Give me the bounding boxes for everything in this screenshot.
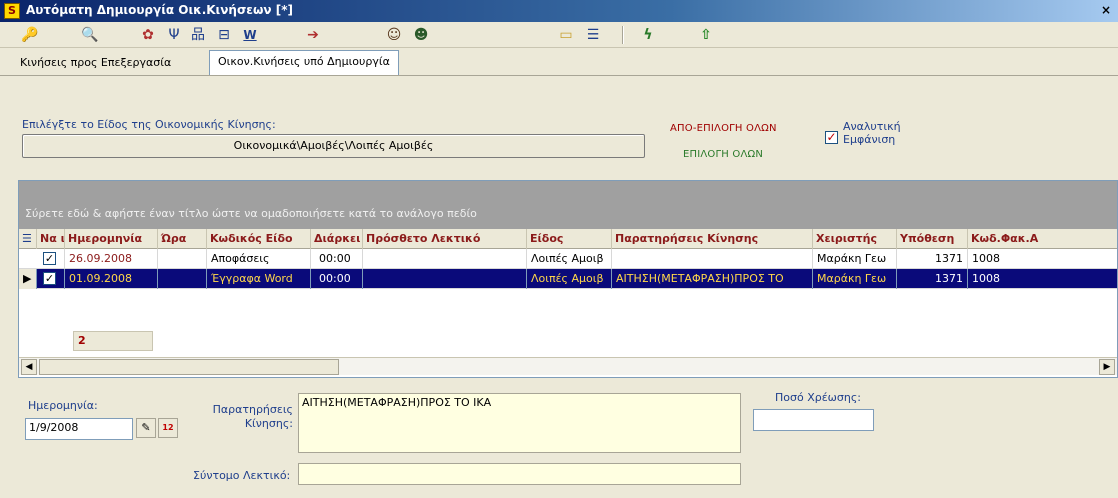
table-row[interactable]: ✓ 26.09.2008 Αποφάσεις 00:00 Λοιπές Αμοι… — [19, 249, 1117, 269]
cell-folder-code: 1008 — [968, 269, 1118, 289]
calendar-icon[interactable]: 12 — [158, 418, 178, 438]
column-menu-icon[interactable]: ☰ — [19, 229, 37, 249]
app-logo-icon: S — [4, 3, 20, 19]
tab-pending-moves[interactable]: Κινήσεις προς Επεξεργασία — [12, 52, 179, 74]
move-type-selector[interactable]: Οικονομικά\Αμοιβές\Λοιπές Αμοιβές — [22, 134, 645, 158]
analytic-view-label-line2: Εμφάνιση — [843, 133, 896, 146]
cell-time — [158, 249, 207, 269]
row-checkbox[interactable]: ✓ — [37, 249, 65, 269]
analytic-view-label-line1: Αναλυτική — [843, 120, 901, 133]
charge-label: Ποσό Χρέωσης: — [775, 391, 861, 404]
close-button[interactable]: × — [1098, 3, 1114, 19]
cell-folder-code: 1008 — [968, 249, 1118, 269]
record-count: 2 — [73, 331, 153, 351]
group-by-panel[interactable]: Σύρετε εδώ & αφήστε έναν τίτλο ώστε να ο… — [19, 181, 1117, 229]
short-text-input[interactable] — [298, 463, 741, 485]
row-indicator-icon: ▶ — [19, 269, 37, 289]
tree-icon[interactable]: Ψ — [164, 25, 184, 45]
moves-grid: Σύρετε εδώ & αφήστε έναν τίτλο ώστε να ο… — [18, 180, 1118, 378]
col-time[interactable]: Ώρα — [158, 229, 207, 249]
cell-notes — [612, 249, 813, 269]
tab-moves-in-creation[interactable]: Οικον.Κινήσεις υπό Δημιουργία — [209, 50, 399, 76]
cell-type-code: Έγγραφα Word — [207, 269, 311, 289]
cell-date: 26.09.2008 — [65, 249, 158, 269]
table-row-selected[interactable]: ▶ ✓ 01.09.2008 Έγγραφα Word 00:00 Λοιπές… — [19, 269, 1117, 289]
cell-notes: ΑΙΤΗΣΗ(ΜΕΤΑΦΡΑΣΗ)ΠΡΟΣ ΤΟ — [612, 269, 813, 289]
lightning-icon[interactable]: ϟ — [638, 25, 658, 45]
arrow-up-icon[interactable]: ⇧ — [696, 25, 716, 45]
col-operator[interactable]: Χειριστής — [813, 229, 897, 249]
date-input[interactable]: 1/9/2008 — [25, 418, 133, 440]
cell-operator: Μαράκη Γεω — [813, 249, 897, 269]
date-label: Ημερομηνία: — [28, 399, 98, 412]
cell-time — [158, 269, 207, 289]
short-text-label: Σύντομο Λεκτικό: — [193, 469, 291, 482]
col-kind[interactable]: Είδος — [527, 229, 612, 249]
scroll-thumb[interactable] — [39, 359, 339, 375]
notes-textarea[interactable]: ΑΙΤΗΣΗ(ΜΕΤΑΦΡΑΣΗ)ΠΡΟΣ ΤΟ ΙΚΑ — [298, 393, 741, 453]
tab-strip: Κινήσεις προς Επεξεργασία Οικον.Κινήσεις… — [0, 50, 1118, 76]
toolbar-separator — [622, 26, 624, 44]
edit-date-icon[interactable]: ✎ — [136, 418, 156, 438]
check-icon[interactable]: ✓ — [43, 272, 56, 285]
col-extra-text[interactable]: Πρόσθετο Λεκτικό — [363, 229, 527, 249]
folder-icon[interactable]: ▭ — [556, 25, 576, 45]
cell-duration: 00:00 — [311, 249, 363, 269]
cell-extra-text — [363, 269, 527, 289]
export-icon[interactable]: ➔ — [303, 25, 323, 45]
users-icon[interactable]: ☻ — [411, 25, 431, 45]
horizontal-scrollbar[interactable]: ◀ ▶ — [19, 357, 1117, 375]
cell-duration: 00:00 — [311, 269, 363, 289]
analytic-view-label: Αναλυτική Εμφάνιση — [843, 120, 901, 146]
tab-divider — [0, 75, 1118, 76]
scroll-left-icon[interactable]: ◀ — [21, 359, 37, 375]
deselect-all-link[interactable]: ΑΠΟ-ΕΠΙΛΟΓΗ ΟΛΩΝ — [670, 123, 777, 134]
type-prompt-label: Επιλέγξτε το Είδος της Οικονομικής Κίνησ… — [22, 118, 276, 131]
cell-case: 1371 — [897, 249, 968, 269]
col-case[interactable]: Υπόθεση — [897, 229, 968, 249]
key-icon[interactable]: 🔑 — [20, 25, 40, 45]
cell-date: 01.09.2008 — [65, 269, 158, 289]
col-select[interactable]: Να ι — [37, 229, 65, 249]
notes-label-line2: Κίνησης: — [244, 417, 293, 430]
cell-case: 1371 — [897, 269, 968, 289]
cell-kind: Λοιπές Αμοιβ — [527, 249, 612, 269]
list-icon[interactable]: ⊟ — [214, 25, 234, 45]
search-icon[interactable]: 🔍 — [80, 25, 100, 45]
analytic-view-checkbox[interactable]: ✓ — [825, 131, 838, 144]
col-duration[interactable]: Διάρκει — [311, 229, 363, 249]
col-date[interactable]: Ημερομηνία — [65, 229, 158, 249]
window-title: Αυτόματη Δημιουργία Οικ.Κινήσεων [*] — [26, 3, 293, 17]
notes-label: Παρατηρήσεις Κίνησης: — [205, 403, 293, 431]
cell-extra-text — [363, 249, 527, 269]
col-folder-code[interactable]: Κωδ.Φακ.Α — [968, 229, 1118, 249]
charge-input[interactable] — [753, 409, 874, 431]
col-notes[interactable]: Παρατηρήσεις Κίνησης — [612, 229, 813, 249]
check-icon[interactable]: ✓ — [43, 252, 56, 265]
cell-operator: Μαράκη Γεω — [813, 269, 897, 289]
select-all-link[interactable]: ΕΠΙΛΟΓΗ ΟΛΩΝ — [683, 149, 763, 160]
notes-label-line1: Παρατηρήσεις — [212, 403, 293, 416]
palette-icon[interactable]: ✿ — [138, 25, 158, 45]
toolbar: 🔑 🔍 ✿ Ψ 品 ⊟ W ➔ ☺ ☻ ▭ ☰ ϟ ⇧ — [0, 22, 1118, 48]
row-checkbox[interactable]: ✓ — [37, 269, 65, 289]
hierarchy-icon[interactable]: 品 — [188, 25, 208, 45]
col-type-code[interactable]: Κωδικός Είδο — [207, 229, 311, 249]
scroll-right-icon[interactable]: ▶ — [1099, 359, 1115, 375]
cell-kind: Λοιπές Αμοιβ — [527, 269, 612, 289]
checklist-icon[interactable]: ☰ — [583, 25, 603, 45]
grid-header: ☰ Να ι Ημερομηνία Ώρα Κωδικός Είδο Διάρκ… — [19, 229, 1117, 249]
title-bar: S Αυτόματη Δημιουργία Οικ.Κινήσεων [*] × — [0, 0, 1118, 22]
user-icon[interactable]: ☺ — [384, 25, 404, 45]
cell-type-code: Αποφάσεις — [207, 249, 311, 269]
word-icon[interactable]: W — [240, 25, 260, 45]
